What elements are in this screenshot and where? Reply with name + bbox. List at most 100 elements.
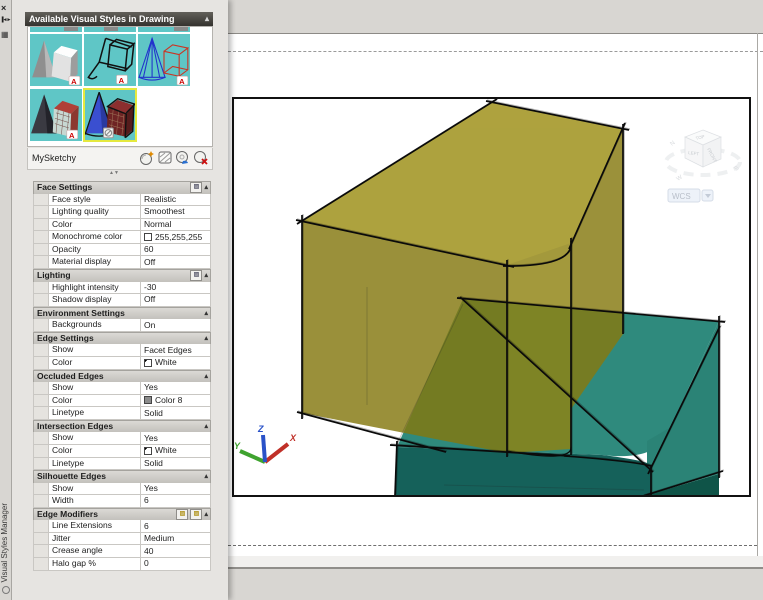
setting-row: Jitter Medium [33, 532, 211, 546]
viewcube[interactable]: TOP LEFT FRONT N W S [664, 129, 742, 183]
setting-value[interactable]: -30 [141, 282, 210, 294]
section-title: Intersection Edges [37, 420, 114, 431]
setting-value[interactable]: 6 [141, 495, 210, 507]
viewcube-compass-w[interactable]: W [676, 174, 684, 182]
setting-value[interactable]: Yes [141, 483, 210, 495]
setting-value[interactable]: Solid [141, 458, 210, 470]
setting-value-text: 0 [144, 558, 149, 569]
section-collapse-icon[interactable]: ▴ [204, 308, 208, 319]
collapse-arrow-icon[interactable]: ▴ [205, 12, 209, 26]
setting-value[interactable]: 60 [141, 244, 210, 256]
setting-label: Color [49, 394, 141, 407]
section-header[interactable]: Occluded Edges ▴ [33, 369, 211, 383]
setting-value[interactable]: Normal [141, 219, 210, 231]
selected-style-name[interactable]: MySketchy [32, 153, 76, 163]
setting-value[interactable]: Yes [141, 432, 210, 444]
setting-value[interactable]: Realistic [141, 194, 210, 206]
create-new-visual-style-icon[interactable] [139, 150, 155, 166]
apply-style-to-viewport-icon[interactable] [157, 150, 173, 166]
setting-row: Linetype Solid [33, 407, 211, 420]
row-indent [34, 545, 49, 558]
section-title: Face Settings [37, 182, 93, 192]
layout-viewport[interactable]: Y Z X TOP LEFT FRONT N W S WCS [232, 97, 751, 497]
setting-label: Face style [49, 193, 141, 206]
setting-value[interactable]: On [141, 319, 210, 331]
setting-value[interactable]: Off [141, 294, 210, 306]
setting-value[interactable]: Yes [141, 382, 210, 394]
available-styles-title: Available Visual Styles in Drawing [29, 14, 175, 24]
setting-value[interactable]: 0 [141, 558, 210, 570]
properties-icon[interactable]: ▦ [1, 30, 9, 39]
row-indent [34, 356, 49, 369]
section-toggle-icon[interactable]: ▨ [176, 508, 189, 520]
section-header[interactable]: Lighting ▨ ▴ [33, 269, 211, 282]
setting-value[interactable]: Smoothest [141, 206, 210, 218]
section-collapse-icon[interactable]: ▴ [204, 421, 208, 432]
row-indent [34, 457, 49, 470]
section-toggle-icon[interactable]: ▨ [190, 182, 203, 193]
wireframe-style-thumb[interactable]: A [138, 34, 190, 86]
setting-row: Show Yes [33, 382, 211, 395]
setting-row: Lighting quality Smoothest [33, 206, 211, 219]
visual-styles-manager-palette: × ▐◄► ▦ Visual Styles Manager Available … [0, 0, 228, 600]
row-indent [34, 482, 49, 495]
section-header[interactable]: Environment Settings ▴ [33, 306, 211, 320]
print-margin-bottom [228, 545, 757, 546]
setting-value[interactable]: Facet Edges [141, 344, 210, 356]
delete-style-icon[interactable] [193, 150, 209, 166]
setting-label: Backgrounds [49, 319, 141, 331]
setting-row: Halo gap % 0 [33, 558, 211, 571]
mysketchy-style-thumb[interactable] [83, 88, 137, 142]
section-header[interactable]: Edge Modifiers ▨ ▨ ▴ [33, 507, 211, 521]
section-collapse-icon[interactable]: ▴ [204, 182, 208, 193]
section-collapse-icon[interactable]: ▴ [204, 509, 208, 520]
setting-value[interactable]: 255,255,255 [141, 231, 210, 243]
setting-value[interactable]: Medium [141, 533, 210, 545]
section-toggle-icon[interactable]: ▨ [190, 270, 203, 282]
close-icon[interactable]: × [1, 3, 6, 13]
section-collapse-icon[interactable]: ▴ [204, 371, 208, 382]
setting-value[interactable]: White [141, 357, 210, 369]
setting-row: Material display Off [33, 256, 211, 270]
export-style-to-tool-palette-icon[interactable] [175, 150, 191, 166]
svg-text:A: A [119, 76, 125, 85]
setting-label: Linetype [49, 407, 141, 419]
setting-row: Color White [33, 356, 211, 370]
section-collapse-icon[interactable]: ▴ [204, 471, 208, 482]
realistic-style-thumb[interactable]: A [30, 34, 82, 86]
section-collapse-icon[interactable]: ▴ [204, 333, 208, 344]
row-indent [34, 281, 49, 294]
setting-value[interactable]: Solid [141, 407, 210, 419]
style-name-row: MySketchy [27, 148, 213, 170]
row-indent [34, 344, 49, 356]
setting-value[interactable]: Color 8 [141, 395, 210, 407]
palette-options-icon[interactable] [2, 586, 10, 594]
section-header[interactable]: Intersection Edges ▴ [33, 419, 211, 433]
section-header[interactable]: Silhouette Edges ▴ [33, 470, 211, 483]
model-scene[interactable]: Y Z X TOP LEFT FRONT N W S WCS [234, 99, 749, 495]
panel-splitter[interactable]: ▲▼ [0, 170, 228, 177]
print-margin-top [228, 51, 763, 52]
sketchy-style-thumb[interactable]: A [84, 34, 136, 86]
setting-value[interactable]: Off [141, 256, 210, 268]
row-indent [34, 218, 49, 231]
setting-label: Color [49, 444, 141, 457]
setting-value[interactable]: White [141, 445, 210, 457]
section-toggle-icon[interactable]: ▨ [190, 508, 203, 520]
wcs-dropdown[interactable]: WCS [667, 188, 714, 203]
setting-label: Show [49, 344, 141, 356]
setting-value-text: 60 [144, 244, 154, 255]
ucs-x-label: X [289, 433, 297, 443]
setting-value[interactable]: 6 [141, 520, 210, 532]
section-collapse-icon[interactable]: ▴ [204, 270, 208, 281]
setting-label: Lighting quality [49, 206, 141, 218]
autohide-icon[interactable]: ▐◄► [0, 17, 11, 23]
textured-style-thumb[interactable]: A [30, 89, 82, 141]
setting-row: Opacity 60 [33, 243, 211, 257]
viewcube-compass-n[interactable]: N [669, 140, 676, 147]
setting-value-text: Medium [144, 533, 175, 544]
setting-value[interactable]: 40 [141, 545, 210, 557]
section-header[interactable]: Face Settings ▨ ▴ [33, 181, 211, 194]
setting-label: Show [49, 482, 141, 495]
section-header[interactable]: Edge Settings ▴ [33, 331, 211, 345]
